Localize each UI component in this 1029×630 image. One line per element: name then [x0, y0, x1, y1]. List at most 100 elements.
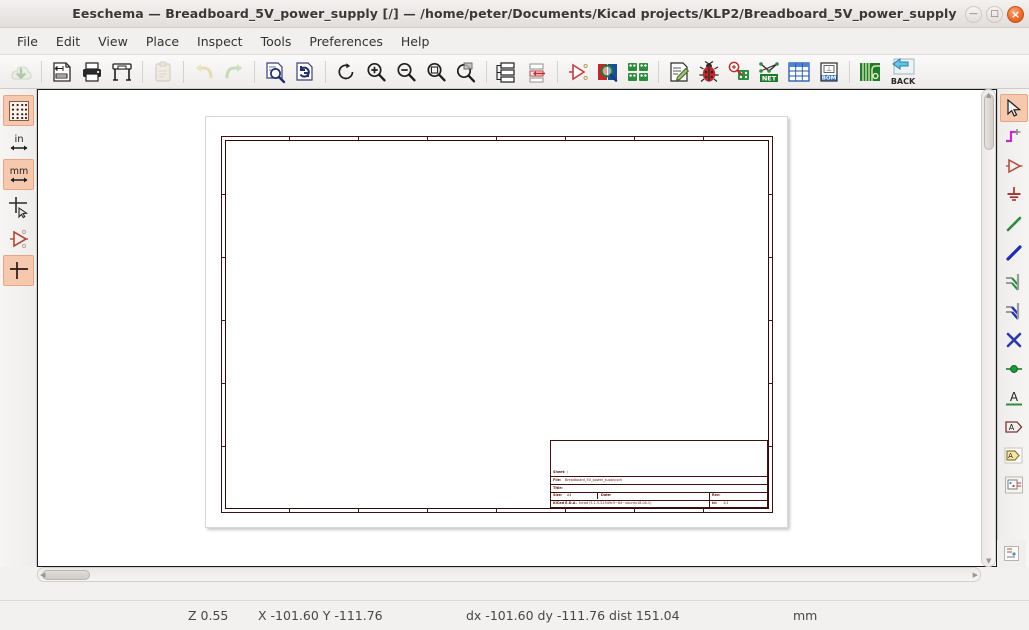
title-block-divider — [551, 476, 767, 477]
wire-to-bus-icon[interactable] — [1000, 268, 1028, 296]
cursor-fullscreen-icon[interactable] — [3, 191, 34, 222]
symbol-checker-icon[interactable] — [593, 57, 623, 87]
title-block-date-label: Date: — [601, 493, 612, 497]
menubar: File Edit View Place Inspect Tools Prefe… — [0, 28, 1029, 55]
menu-preferences[interactable]: Preferences — [300, 31, 392, 52]
svg-text:A: A — [1008, 452, 1013, 460]
edit-symbol-fields-icon[interactable] — [664, 57, 694, 87]
horizontal-scrollbar[interactable]: ◀ ▶ — [37, 567, 981, 582]
plot-icon[interactable] — [107, 57, 137, 87]
status-coords: X -101.60 Y -111.76 — [258, 608, 383, 623]
draw-wire-icon[interactable] — [1000, 210, 1028, 238]
force-hv-wires-icon[interactable] — [3, 255, 34, 286]
units-millimeters-icon[interactable]: mm — [3, 159, 34, 190]
canvas-corner-button[interactable] — [997, 540, 1026, 567]
junction-icon[interactable] — [1000, 355, 1028, 383]
place-power-icon[interactable] — [1000, 181, 1028, 209]
title-block-file-value: Breadboard_5V_power_supply.sch — [565, 478, 623, 482]
title-block-id-value: 1/1 — [723, 501, 729, 505]
close-button[interactable]: × — [1007, 5, 1024, 23]
vertical-scrollbar-thumb[interactable] — [984, 94, 994, 150]
hierarchical-sheet-icon[interactable] — [1000, 471, 1028, 499]
sheet-frame-outer: Sheet: / File: Breadboard_5V_power_suppl… — [221, 136, 773, 513]
title-block-size-value: A4 — [567, 493, 572, 497]
title-block[interactable]: Sheet: / File: Breadboard_5V_power_suppl… — [550, 440, 768, 508]
horizontal-scrollbar-thumb[interactable] — [42, 570, 90, 580]
status-bar: Z 0.55 X -101.60 Y -111.76 dx -101.60 dy… — [0, 600, 1029, 630]
units-inches-icon[interactable]: in — [3, 127, 34, 158]
find-icon[interactable] — [260, 57, 290, 87]
schematic-page[interactable]: Sheet: / File: Breadboard_5V_power_suppl… — [205, 116, 788, 528]
zoom-fit-icon[interactable] — [421, 57, 451, 87]
toolbar-separator — [486, 60, 487, 83]
toolbar-separator — [254, 60, 255, 83]
left-toolbar: in mm — [0, 89, 37, 567]
no-connect-icon[interactable] — [1000, 326, 1028, 354]
svg-text:A: A — [1010, 390, 1019, 404]
menu-edit[interactable]: Edit — [47, 31, 89, 52]
highlight-net-icon[interactable] — [1000, 123, 1028, 151]
print-icon[interactable] — [77, 57, 107, 87]
scroll-right-icon[interactable]: ▶ — [973, 571, 978, 579]
scroll-left-icon[interactable]: ◀ — [40, 571, 45, 579]
footprint-assign-icon[interactable] — [724, 57, 754, 87]
title-block-divider — [551, 484, 767, 485]
title-block-id-label: Id: — [712, 501, 718, 505]
scroll-down-icon[interactable]: ▼ — [986, 557, 991, 565]
pcbnew-icon[interactable] — [855, 57, 885, 87]
select-arrow-icon[interactable] — [1000, 94, 1028, 122]
svg-text:A: A — [1009, 423, 1015, 432]
hidden-pins-icon[interactable] — [3, 223, 34, 254]
title-block-divider — [551, 492, 767, 493]
leave-sheet-icon[interactable] — [522, 57, 552, 87]
erc-icon[interactable] — [694, 57, 724, 87]
status-zoom: Z 0.55 — [188, 608, 229, 623]
minimize-button[interactable]: — — [965, 5, 982, 23]
global-label-icon[interactable]: A — [1000, 413, 1028, 441]
save-icon[interactable] — [6, 57, 36, 87]
menu-place[interactable]: Place — [137, 31, 188, 52]
menu-inspect[interactable]: Inspect — [188, 31, 252, 52]
svg-text:in: in — [14, 134, 23, 145]
bom-table-icon[interactable] — [784, 57, 814, 87]
paste-icon[interactable] — [148, 57, 178, 87]
navigate-hierarchy-icon[interactable] — [492, 57, 522, 87]
netlist-icon[interactable]: NET — [754, 57, 784, 87]
title-block-sheet-label: Sheet: — [553, 470, 566, 474]
zoom-in-icon[interactable] — [361, 57, 391, 87]
bom-icon[interactable]: ⊥ BOM — [814, 57, 844, 87]
net-label-icon[interactable]: A — [1000, 384, 1028, 412]
menu-file[interactable]: File — [8, 31, 47, 52]
window-title: Eeschema — Breadboard_5V_power_supply [/… — [72, 6, 957, 21]
bus-to-bus-icon[interactable] — [1000, 297, 1028, 325]
title-block-rev-label: Rev: — [712, 493, 721, 497]
symbol-editor-icon[interactable] — [623, 57, 653, 87]
menu-tools[interactable]: Tools — [252, 31, 301, 52]
back-annotate-icon[interactable]: BACK — [885, 57, 921, 87]
zoom-area-icon[interactable] — [451, 57, 481, 87]
hierarchical-label-icon[interactable]: A — [1000, 442, 1028, 470]
toolbar-separator — [41, 60, 42, 83]
maximize-button[interactable]: □ — [986, 5, 1003, 23]
toggle-grid-icon[interactable] — [3, 95, 34, 126]
zoom-out-icon[interactable] — [391, 57, 421, 87]
eeschema-window: Eeschema — Breadboard_5V_power_supply [/… — [0, 0, 1029, 630]
place-symbol-icon[interactable] — [1000, 152, 1028, 180]
annotate-icon[interactable] — [563, 57, 593, 87]
toolbar-separator — [658, 60, 659, 83]
vertical-scrollbar[interactable]: ▲ ▼ — [981, 89, 996, 567]
refresh-icon[interactable] — [290, 57, 320, 87]
zoom-redraw-icon[interactable] — [331, 57, 361, 87]
menu-view[interactable]: View — [89, 31, 137, 52]
main-toolbar: NET ⊥ BOM BACK — [0, 55, 1029, 89]
toolbar-separator — [849, 60, 850, 83]
scroll-up-icon[interactable]: ▲ — [986, 91, 991, 99]
canvas-surface[interactable]: Sheet: / File: Breadboard_5V_power_suppl… — [38, 90, 996, 566]
undo-icon[interactable] — [189, 57, 219, 87]
draw-bus-icon[interactable] — [1000, 239, 1028, 267]
schematic-canvas[interactable]: Sheet: / File: Breadboard_5V_power_suppl… — [37, 89, 997, 567]
menu-help[interactable]: Help — [392, 31, 439, 52]
title-block-divider — [709, 492, 710, 507]
redo-icon[interactable] — [219, 57, 249, 87]
page-settings-icon[interactable] — [47, 57, 77, 87]
